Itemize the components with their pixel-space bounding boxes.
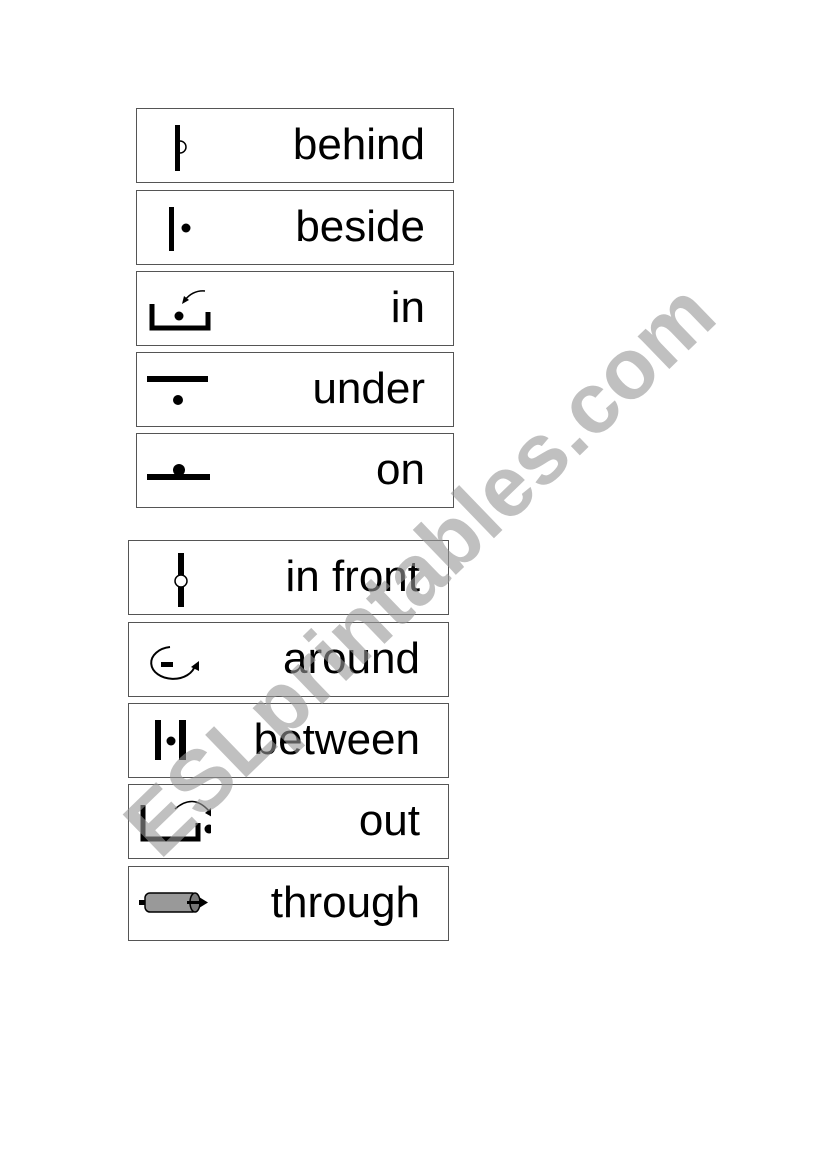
out-icon — [140, 800, 211, 842]
card-out: out — [128, 784, 449, 859]
card-between: between — [128, 703, 449, 778]
word-through: through — [270, 877, 420, 927]
word-between: between — [253, 714, 420, 764]
in-front-icon — [174, 553, 188, 607]
card-on: on — [136, 433, 454, 508]
word-on: on — [376, 444, 425, 494]
word-under: under — [312, 363, 425, 413]
card-through: through — [128, 866, 449, 941]
on-icon — [147, 464, 210, 480]
beside-icon — [169, 207, 191, 251]
card-in-front: in front — [128, 540, 449, 615]
in-icon — [149, 290, 211, 331]
between-icon — [155, 720, 186, 760]
card-in: in — [136, 271, 454, 346]
word-around: around — [282, 633, 420, 683]
card-under: under — [136, 352, 454, 427]
word-behind: behind — [292, 119, 425, 169]
behind-icon — [175, 125, 187, 171]
card-beside: beside — [136, 190, 454, 265]
word-out: out — [358, 795, 420, 845]
word-in: in — [390, 282, 425, 332]
word-in-front: in front — [285, 551, 420, 601]
under-icon — [147, 376, 208, 405]
word-beside: beside — [295, 201, 425, 251]
card-around: around — [128, 622, 449, 697]
through-icon — [139, 892, 208, 913]
around-icon — [150, 646, 199, 680]
card-behind: behind — [136, 108, 454, 183]
